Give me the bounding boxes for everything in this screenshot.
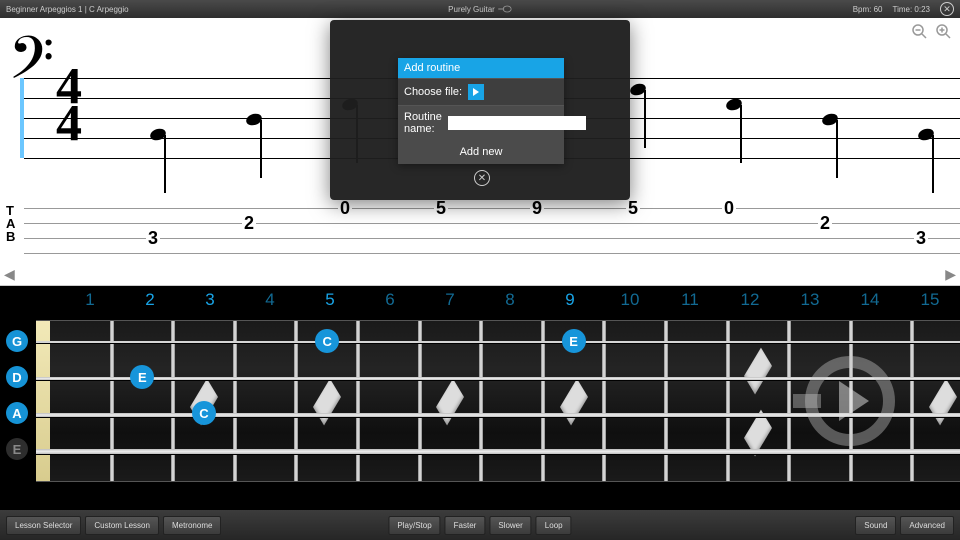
fret-number: 7	[420, 290, 480, 316]
fret-number: 12	[720, 290, 780, 316]
fret-marker	[313, 379, 341, 426]
fret-wire	[541, 321, 545, 481]
routine-name-row: Routine name:	[398, 105, 564, 140]
nut	[36, 321, 50, 481]
fret-wire	[787, 321, 791, 481]
open-string-label[interactable]: G	[6, 330, 28, 352]
fret-number: 5	[300, 290, 360, 316]
toolbar-custom-lessonbutton[interactable]: Custom Lesson	[85, 516, 159, 535]
string-line	[36, 341, 960, 343]
fret-wire	[602, 321, 606, 481]
transport-loopbutton[interactable]: Loop	[536, 516, 572, 535]
tab-number: 9	[530, 198, 544, 219]
tab-number: 2	[818, 213, 832, 234]
string-line	[36, 449, 960, 454]
routine-name-label: Routine name:	[404, 111, 442, 135]
note-stem	[644, 90, 646, 148]
note-stem	[836, 120, 838, 178]
open-string-label[interactable]: E	[6, 438, 28, 460]
finger-marker[interactable]: E	[130, 365, 154, 389]
open-string-label[interactable]: A	[6, 402, 28, 424]
fret-number: 9	[540, 290, 600, 316]
bpm-label: Bpm: 60	[853, 5, 883, 14]
fret-wire	[479, 321, 483, 481]
fret-marker	[560, 379, 588, 426]
tab-number: 3	[146, 228, 160, 249]
tab-number: 5	[626, 198, 640, 219]
open-string-label[interactable]: D	[6, 366, 28, 388]
fret-wire	[233, 321, 237, 481]
transport-play-stopbutton[interactable]: Play/Stop	[388, 516, 440, 535]
fret-number: 14	[840, 290, 900, 316]
fret-wire	[294, 321, 298, 481]
fret-wire	[726, 321, 730, 481]
choose-file-label: Choose file:	[404, 86, 462, 98]
choose-file-row: Choose file:	[398, 78, 564, 105]
note-stem	[164, 135, 166, 193]
fret-number: 13	[780, 290, 840, 316]
fret-number: 2	[120, 290, 180, 316]
tab-number: 5	[434, 198, 448, 219]
tab-b: B	[6, 230, 15, 243]
fret-number: 15	[900, 290, 960, 316]
tab-letters: T A B	[6, 204, 15, 243]
note-stem	[260, 120, 262, 178]
toolbar-lesson-selectorbutton[interactable]: Lesson Selector	[6, 516, 81, 535]
finger-marker[interactable]: E	[562, 329, 586, 353]
top-bar: Beginner Arpeggios 1 | C Arpeggio Purely…	[0, 0, 960, 18]
zoom-in-button[interactable]	[934, 22, 954, 42]
time-sig-bottom: 4	[56, 105, 82, 142]
settings-soundbutton[interactable]: Sound	[855, 516, 896, 535]
fret-number: 6	[360, 290, 420, 316]
fret-number: 4	[240, 290, 300, 316]
brand-logo: Purely Guitar	[448, 5, 512, 14]
fret-wire	[110, 321, 114, 481]
routine-name-input[interactable]	[448, 116, 586, 130]
transport-fasterbutton[interactable]: Faster	[445, 516, 486, 535]
time-label: Time: 0:23	[893, 5, 931, 14]
tab-number: 0	[338, 198, 352, 219]
string-label-column: GDAE	[6, 330, 28, 474]
add-new-button[interactable]: Add new	[398, 140, 564, 164]
dialog-title: Add routine	[398, 58, 564, 78]
fret-number: 8	[480, 290, 540, 316]
fret-marker	[436, 379, 464, 426]
tab-number: 3	[914, 228, 928, 249]
add-routine-dialog: Add routine Choose file: Routine name: A…	[398, 58, 564, 164]
fretboard-panel: 123456789101112131415 GDAE CEEC	[0, 286, 960, 510]
dialog-close-button[interactable]: ✕	[474, 170, 490, 186]
fret-marker	[744, 348, 772, 395]
scroll-left-button[interactable]: ◀	[4, 266, 15, 283]
fret-number: 1	[60, 290, 120, 316]
choose-file-button[interactable]	[468, 84, 484, 100]
fret-marker	[929, 379, 957, 426]
fret-wire	[418, 321, 422, 481]
note-stem	[740, 105, 742, 163]
scroll-right-button[interactable]: ▶	[945, 266, 956, 283]
fret-wire	[171, 321, 175, 481]
finger-marker[interactable]: C	[315, 329, 339, 353]
fret-number-row: 123456789101112131415	[60, 290, 960, 316]
settings-advancedbutton[interactable]: Advanced	[900, 516, 954, 535]
transport-slowerbutton[interactable]: Slower	[489, 516, 531, 535]
fret-wire	[356, 321, 360, 481]
bottom-toolbar: Lesson SelectorCustom LessonMetronome Pl…	[0, 510, 960, 540]
time-signature: 4 4	[56, 68, 82, 143]
brand-text: Purely Guitar	[448, 5, 495, 14]
fret-number: 10	[600, 290, 660, 316]
fret-number: 3	[180, 290, 240, 316]
close-button[interactable]: ✕	[940, 2, 954, 16]
note-stem	[932, 135, 934, 193]
lesson-title: Beginner Arpeggios 1 | C Arpeggio	[6, 5, 129, 14]
toolbar-metronomebutton[interactable]: Metronome	[163, 516, 221, 535]
play-overlay-icon[interactable]	[805, 356, 895, 446]
tab-number: 0	[722, 198, 736, 219]
fret-wire	[664, 321, 668, 481]
fret-number: 11	[660, 290, 720, 316]
finger-marker[interactable]: C	[192, 401, 216, 425]
zoom-out-button[interactable]	[910, 22, 930, 42]
guitar-icon	[498, 5, 512, 13]
tab-number: 2	[242, 213, 256, 234]
fret-wire	[910, 321, 914, 481]
